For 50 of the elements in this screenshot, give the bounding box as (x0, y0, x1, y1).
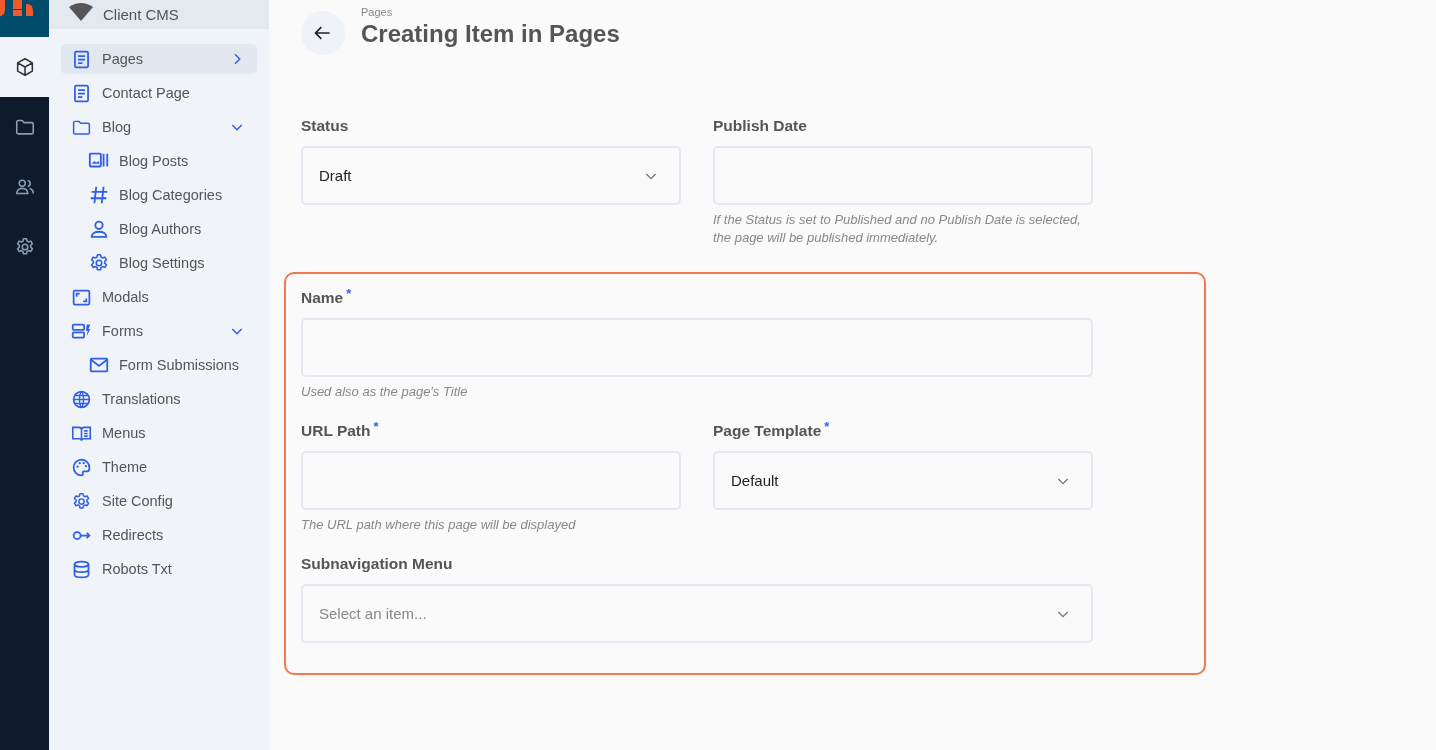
field-label: Status (301, 117, 349, 135)
user-icon (88, 218, 110, 240)
sidebar-item[interactable]: Form Submissions (61, 350, 257, 380)
sidebar-item[interactable]: Theme (61, 452, 257, 482)
select-field[interactable]: Draft (301, 146, 681, 205)
globe-icon (71, 388, 92, 410)
palette-icon (71, 456, 92, 478)
sidebar-item[interactable]: Blog Posts (61, 146, 257, 176)
sidebar-item[interactable]: Blog (61, 112, 257, 142)
workspace-header[interactable]: Client CMS (49, 0, 269, 29)
sidebar-item[interactable]: Site Config (61, 486, 257, 516)
sidebar-item[interactable]: Redirects (61, 520, 257, 550)
logo-drawing (0, 0, 49, 37)
settings-icon (71, 490, 92, 512)
required-mark: * (373, 419, 379, 434)
back-button[interactable] (301, 11, 345, 55)
database-icon (71, 558, 92, 580)
sidebar-item[interactable]: Contact Page (61, 78, 257, 108)
field-label: Name (301, 289, 344, 307)
help-text: If the Status is set to Published and no Publish Date is selected, the page will be published immediately. (713, 211, 1082, 247)
sidebar-item[interactable]: Blog Categories (61, 180, 257, 210)
sidebar-item[interactable]: Blog Settings (61, 248, 257, 278)
select-field[interactable]: Select an item... (301, 584, 1093, 643)
workspace-name: Client CMS (103, 6, 179, 23)
settings-icon (88, 252, 110, 274)
select-placeholder: Select an item... (319, 605, 427, 622)
field-label: Subnavigation Menu (301, 555, 453, 573)
select-value: Default (731, 472, 779, 489)
page-title: Creating Item in Pages (361, 20, 620, 48)
field-label: URL Path (301, 422, 371, 440)
required-mark: * (346, 286, 352, 301)
wifi-icon (69, 2, 93, 23)
help-text: Used also as the page's Title (301, 383, 469, 401)
hash-icon (88, 184, 110, 206)
sidebar-item[interactable]: Translations (61, 384, 257, 414)
select-field[interactable]: Default (713, 451, 1093, 510)
sidebar-item[interactable]: Menus (61, 418, 257, 448)
sidebar-item[interactable]: Modals (61, 282, 257, 312)
required-mark: * (824, 419, 830, 434)
breadcrumb: Pages (361, 6, 394, 18)
field-label: Publish Date (713, 117, 807, 135)
sidebar-item[interactable]: Robots Txt (61, 554, 257, 584)
document-icon (71, 48, 92, 70)
sidebar-item[interactable]: Forms (61, 316, 257, 346)
document-icon (71, 82, 92, 104)
help-text: The URL path where this page will be displayed (301, 516, 577, 534)
sidebar-item[interactable]: Blog Authors (61, 214, 257, 244)
select-value: Draft (319, 167, 352, 184)
sidebar-item[interactable]: Pages (61, 44, 257, 74)
field-label: Page Template (713, 422, 822, 440)
